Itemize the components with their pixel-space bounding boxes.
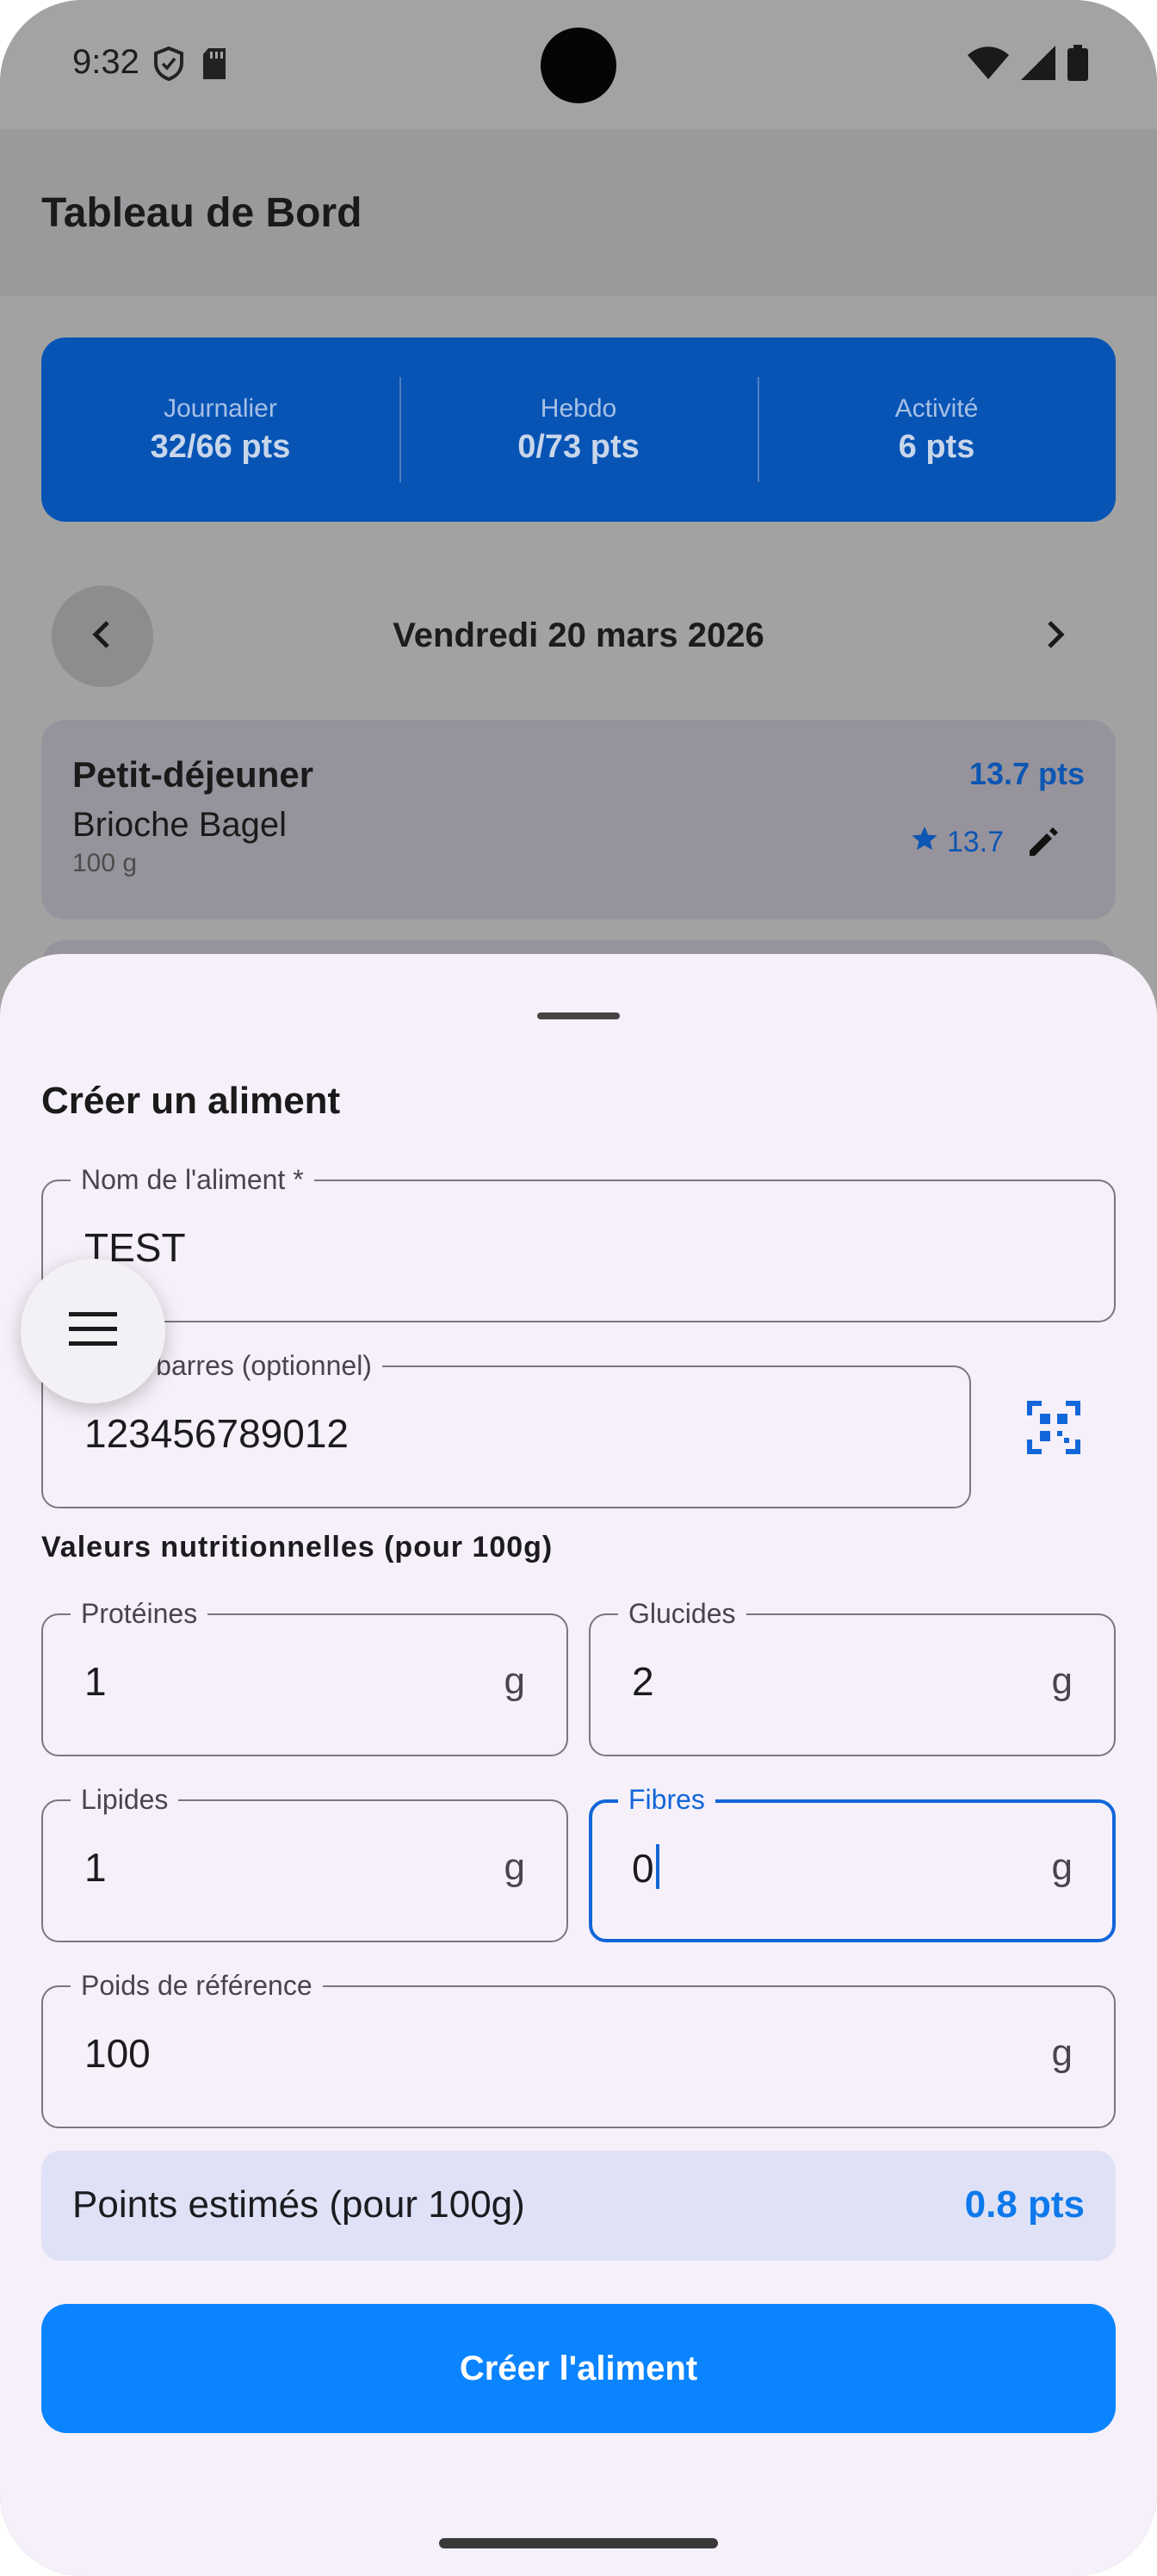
date-navigation: Vendredi 20 mars 2026 bbox=[41, 585, 1116, 687]
proteins-field[interactable]: Protéines 1 g bbox=[41, 1596, 568, 1756]
star-icon bbox=[911, 825, 938, 860]
reference-weight-field[interactable]: Poids de référence 100 g bbox=[41, 1968, 1116, 2128]
stat-activity: Activité 6 pts bbox=[758, 337, 1116, 522]
stat-label: Journalier bbox=[164, 393, 277, 423]
stat-label: Activité bbox=[894, 393, 979, 423]
phone-screen: 9:32 Tableau de Bord Journalier 32/66 pt… bbox=[0, 0, 1157, 2576]
qr-scan-icon bbox=[1026, 1400, 1081, 1459]
status-time: 9:32 bbox=[72, 43, 139, 81]
drag-handle[interactable] bbox=[537, 1012, 620, 1019]
stat-weekly: Hebdo 0/73 pts bbox=[399, 337, 758, 522]
proteins-unit: g bbox=[504, 1660, 525, 1702]
carbs-field[interactable]: Glucides 2 g bbox=[589, 1596, 1116, 1756]
meal-item-weight: 100 g bbox=[72, 849, 138, 877]
next-day-button[interactable] bbox=[1004, 585, 1105, 687]
status-right-icons bbox=[968, 45, 1088, 85]
edit-meal-item-button[interactable] bbox=[1023, 823, 1064, 864]
stat-value: 0/73 pts bbox=[517, 428, 640, 465]
carbs-value: 2 bbox=[632, 1659, 654, 1704]
current-date: Vendredi 20 mars 2026 bbox=[393, 616, 764, 654]
estimated-points-value: 0.8 pts bbox=[964, 2183, 1085, 2226]
text-cursor bbox=[655, 1844, 659, 1889]
pencil-icon bbox=[1024, 823, 1062, 865]
reference-weight-label: Poids de référence bbox=[71, 1968, 323, 2003]
page-title: Tableau de Bord bbox=[41, 190, 362, 236]
reference-weight-value: 100 bbox=[84, 2031, 151, 2076]
menu-button[interactable] bbox=[21, 1259, 165, 1403]
estimated-points-label: Points estimés (pour 100g) bbox=[72, 2183, 525, 2226]
fats-label: Lipides bbox=[71, 1782, 179, 1817]
meal-card-breakfast[interactable]: Petit-déjeuner 13.7 pts Brioche Bagel 10… bbox=[41, 720, 1116, 920]
status-bar: 9:32 bbox=[0, 0, 1157, 129]
top-app-bar: Tableau de Bord bbox=[0, 129, 1157, 296]
reference-weight-unit: g bbox=[1051, 2032, 1073, 2074]
fibers-value: 0 bbox=[632, 1846, 654, 1891]
meal-item-name: Brioche Bagel bbox=[72, 806, 288, 844]
signal-icon bbox=[1021, 46, 1055, 84]
fibers-unit: g bbox=[1051, 1846, 1073, 1888]
fats-field[interactable]: Lipides 1 g bbox=[41, 1782, 568, 1942]
fibers-field[interactable]: Fibres 0 g bbox=[589, 1782, 1116, 1942]
stat-value: 6 pts bbox=[898, 428, 975, 465]
stat-value: 32/66 pts bbox=[150, 428, 291, 465]
carbs-label: Glucides bbox=[618, 1596, 746, 1631]
stat-daily: Journalier 32/66 pts bbox=[41, 337, 399, 522]
carbs-unit: g bbox=[1051, 1660, 1073, 1702]
battery-icon bbox=[1067, 45, 1088, 85]
home-indicator[interactable] bbox=[439, 2538, 718, 2548]
food-name-label: Nom de l'aliment * bbox=[71, 1162, 314, 1197]
meal-item-points: 13.7 bbox=[911, 825, 1004, 860]
camera-cutout bbox=[541, 28, 616, 103]
sd-card-icon bbox=[201, 48, 227, 84]
barcode-value: 123456789012 bbox=[84, 1411, 349, 1456]
status-left-icons bbox=[153, 46, 227, 85]
chevron-right-icon bbox=[1037, 617, 1072, 656]
fats-value: 1 bbox=[84, 1845, 107, 1890]
proteins-value: 1 bbox=[84, 1659, 107, 1704]
scan-barcode-button[interactable] bbox=[1016, 1391, 1092, 1467]
stat-label: Hebdo bbox=[540, 393, 617, 423]
food-name-field[interactable]: Nom de l'aliment * TEST bbox=[41, 1162, 1116, 1322]
stats-summary-card: Journalier 32/66 pts Hebdo 0/73 pts Acti… bbox=[41, 337, 1116, 522]
create-food-button[interactable]: Créer l'aliment bbox=[41, 2304, 1116, 2433]
meal-item-points-value: 13.7 bbox=[946, 826, 1004, 858]
hamburger-menu-icon bbox=[67, 1310, 119, 1353]
barcode-field[interactable]: Code-barres (optionnel) 123456789012 bbox=[41, 1348, 971, 1508]
create-food-bottom-sheet: Créer un aliment Nom de l'aliment * TEST… bbox=[0, 954, 1157, 2576]
proteins-label: Protéines bbox=[71, 1596, 208, 1631]
fibers-label: Fibres bbox=[618, 1782, 715, 1817]
shield-icon bbox=[153, 46, 184, 85]
sheet-title: Créer un aliment bbox=[41, 1080, 341, 1122]
meal-title: Petit-déjeuner bbox=[72, 754, 314, 795]
meal-points: 13.7 pts bbox=[968, 756, 1085, 791]
wifi-icon bbox=[968, 46, 1009, 84]
estimated-points-box: Points estimés (pour 100g) 0.8 pts bbox=[41, 2151, 1116, 2261]
nutrition-section-label: Valeurs nutritionnelles (pour 100g) bbox=[41, 1531, 554, 1564]
fats-unit: g bbox=[504, 1846, 525, 1888]
fibers-value-wrap: 0 bbox=[632, 1844, 659, 1892]
